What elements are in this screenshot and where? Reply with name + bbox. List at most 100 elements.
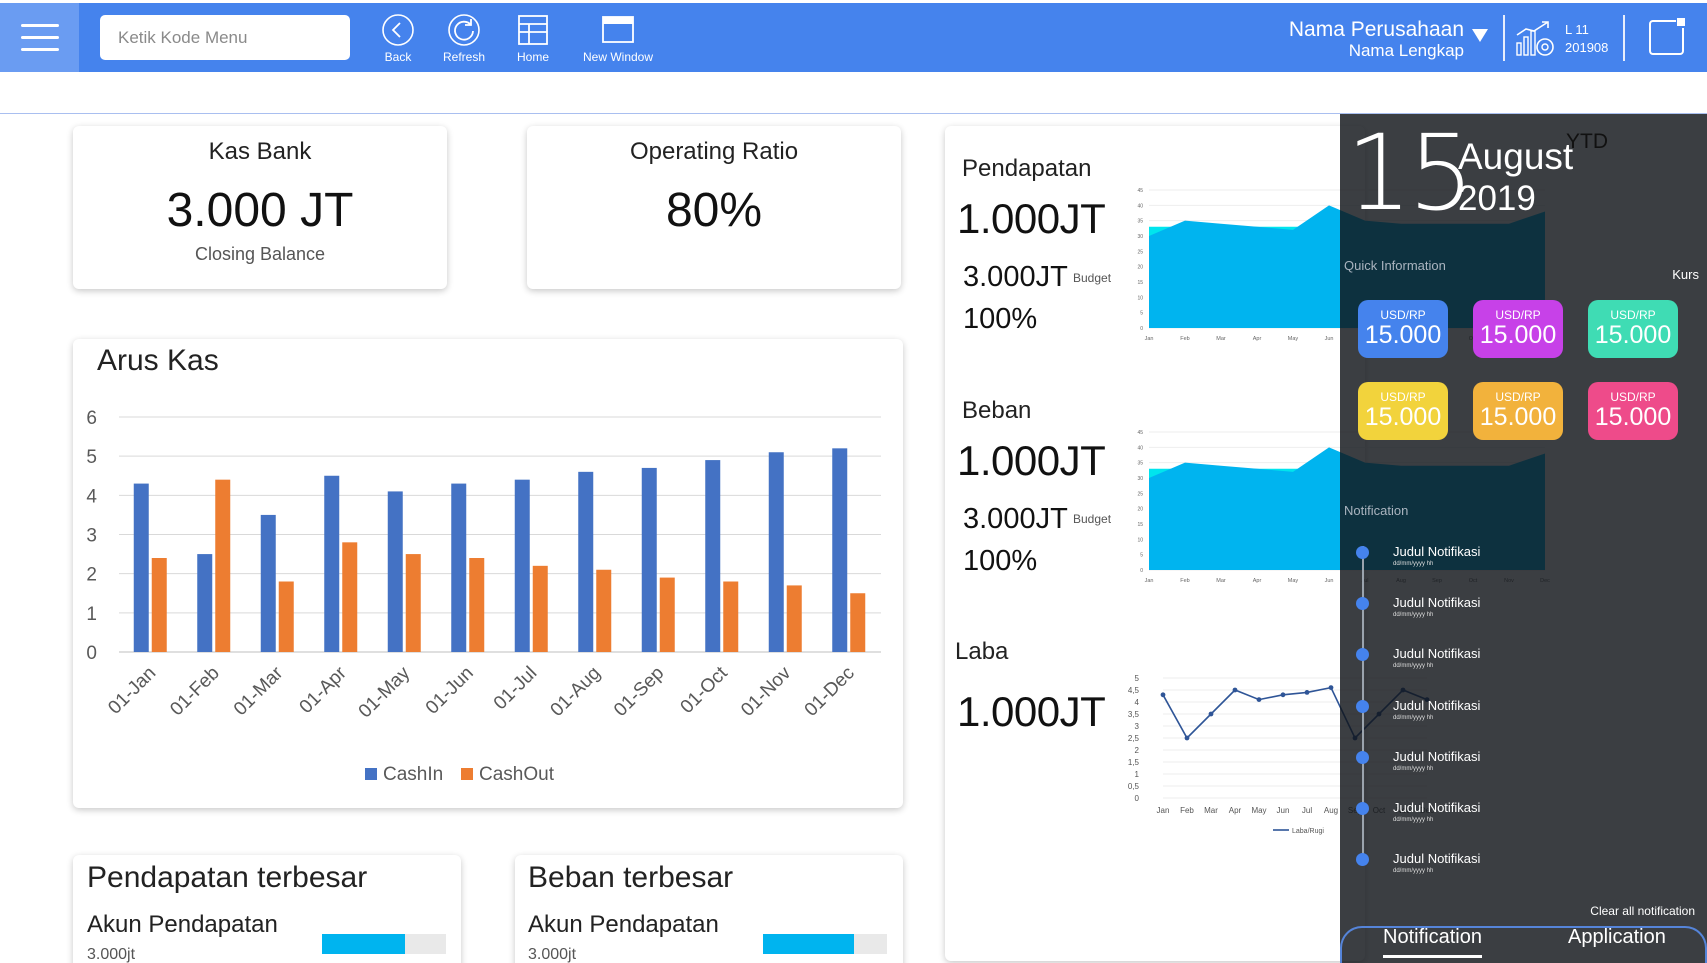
back-button[interactable]: Back bbox=[380, 13, 416, 64]
line-point bbox=[1232, 687, 1238, 693]
notification-date: dd/mm/yyyy hh bbox=[1393, 663, 1434, 669]
pendapatan-account-value: 3.000jt bbox=[87, 946, 136, 963]
company-selector[interactable]: Nama Perusahaan Nama Lengkap bbox=[1289, 18, 1464, 60]
notification-dot-icon bbox=[1356, 597, 1369, 610]
tab-application[interactable]: Application bbox=[1568, 926, 1666, 949]
notification-title: Judul Notifikasi bbox=[1393, 595, 1481, 610]
y-tick-label: 15 bbox=[1137, 280, 1143, 286]
bar-cashout bbox=[532, 565, 548, 652]
y-tick-label: 40 bbox=[1137, 445, 1143, 451]
pendapatan-progress-track bbox=[322, 934, 446, 954]
beban-terbesar-card: Beban terbesar Akun Pendapatan 3.000jt bbox=[515, 855, 903, 963]
y-tick-label: 3 bbox=[86, 526, 97, 547]
legend-swatch bbox=[461, 768, 473, 780]
exchange-rate-value: 15.000 bbox=[1594, 321, 1672, 349]
x-tick-label: 01-Apr bbox=[296, 662, 352, 718]
beban-label: Beban bbox=[962, 397, 1032, 424]
ytd-label: YTD bbox=[1566, 130, 1608, 153]
laba-label: Laba bbox=[955, 638, 1009, 665]
pendapatan-account-name: Akun Pendapatan bbox=[87, 911, 278, 938]
date-year: 2019 bbox=[1458, 179, 1536, 218]
exchange-rate-tile[interactable]: USD/RP 15.000 bbox=[1358, 300, 1448, 358]
date-month: August bbox=[1458, 136, 1574, 177]
new-window-icon bbox=[602, 16, 634, 43]
y-tick-label: 45 bbox=[1137, 188, 1143, 194]
y-tick-label: 4 bbox=[1135, 698, 1140, 707]
arus-kas-card: Arus Kas 0 1 2 3 4 5 6 01-Jan 01-Feb 01-Mar 01-Apr… bbox=[73, 339, 903, 808]
tab-notification[interactable]: Notification bbox=[1383, 926, 1482, 949]
y-tick-label: 4,5 bbox=[1128, 686, 1140, 695]
bar-cashout bbox=[151, 558, 167, 652]
notification-title: Judul Notifikasi bbox=[1393, 646, 1481, 661]
bar-cashout bbox=[659, 577, 675, 652]
line-point bbox=[1304, 690, 1310, 695]
pendapatan-budget-value: 3.000JT bbox=[963, 261, 1068, 293]
y-tick-label: 25 bbox=[1137, 249, 1143, 255]
level-text: L 11 bbox=[1565, 22, 1589, 37]
x-tick-label: May bbox=[1251, 806, 1266, 815]
notification-toggle-icon[interactable] bbox=[1646, 16, 1688, 58]
bar-cashin bbox=[514, 479, 530, 652]
notification-dot-icon bbox=[1356, 546, 1369, 559]
y-tick-label: 35 bbox=[1137, 219, 1143, 225]
notification-title: Judul Notifikasi bbox=[1393, 749, 1481, 764]
notification-dot-icon bbox=[1356, 802, 1369, 815]
exchange-rate-value: 15.000 bbox=[1364, 403, 1442, 431]
pendapatan-terbesar-title: Pendapatan terbesar bbox=[87, 861, 368, 894]
bar-cashout bbox=[342, 542, 358, 652]
line-point bbox=[1280, 692, 1286, 698]
x-tick-label: 01-Dec bbox=[801, 663, 859, 721]
beban-terbesar-title: Beban terbesar bbox=[528, 861, 734, 894]
x-tick-label: Apr bbox=[1253, 578, 1262, 584]
y-tick-label: 0 bbox=[1140, 326, 1143, 332]
x-tick-label: 01-Jun bbox=[422, 663, 478, 719]
home-button[interactable]: Home bbox=[513, 13, 553, 64]
company-name: Nama Perusahaan bbox=[1288, 18, 1464, 41]
x-tick-label: Feb bbox=[1180, 336, 1189, 342]
bar-cashin bbox=[768, 452, 784, 652]
notification-dot-icon bbox=[1356, 751, 1369, 764]
y-tick-label: 1 bbox=[1135, 770, 1140, 779]
top-bar: Back Refresh Home New Window Nama Perusa… bbox=[0, 3, 1707, 72]
y-tick-label: 10 bbox=[1137, 537, 1143, 543]
beban-budget-label: Budget bbox=[1073, 512, 1112, 526]
y-tick-label: 0,5 bbox=[1128, 782, 1140, 791]
header-separator bbox=[1503, 15, 1505, 61]
y-tick-label: 15 bbox=[1137, 522, 1143, 528]
kas-bank-card: Kas Bank 3.000 JT Closing Balance bbox=[73, 126, 447, 289]
menu-code-search-input[interactable] bbox=[100, 15, 350, 60]
quick-information-label: Quick Information bbox=[1344, 258, 1446, 273]
hamburger-menu-button[interactable] bbox=[0, 3, 79, 72]
refresh-button[interactable]: Refresh bbox=[440, 13, 488, 64]
new-window-button[interactable]: New Window bbox=[576, 13, 660, 64]
legend-label: Laba/Rugi bbox=[1292, 828, 1324, 835]
exchange-rate-tile[interactable]: USD/RP 15.000 bbox=[1473, 382, 1563, 440]
bar-cashout bbox=[786, 585, 802, 652]
back-icon bbox=[382, 14, 414, 46]
notification-title: Judul Notifikasi bbox=[1393, 851, 1481, 866]
y-tick-label: 5 bbox=[86, 447, 97, 468]
clear-all-notifications-link[interactable]: Clear all notification bbox=[1590, 904, 1695, 918]
beban-account-name: Akun Pendapatan bbox=[528, 911, 719, 938]
company-dropdown-caret-icon[interactable] bbox=[1472, 29, 1488, 42]
x-tick-label: Apr bbox=[1229, 806, 1242, 815]
pendapatan-progress-fill bbox=[322, 934, 406, 954]
y-tick-label: 3,5 bbox=[1128, 710, 1140, 719]
operating-ratio-value: 80% bbox=[665, 184, 763, 237]
x-tick-label: May bbox=[1288, 578, 1299, 584]
exchange-rate-value: 15.000 bbox=[1364, 321, 1442, 349]
line-point bbox=[1184, 735, 1190, 741]
notification-title: Judul Notifikasi bbox=[1393, 544, 1481, 559]
user-level: L 11 201908 bbox=[1565, 21, 1608, 57]
exchange-rate-tile[interactable]: USD/RP 15.000 bbox=[1358, 382, 1448, 440]
x-tick-label: 01-Sep bbox=[610, 663, 668, 721]
notification-title: Judul Notifikasi bbox=[1393, 800, 1481, 815]
exchange-rate-tile[interactable]: USD/RP 15.000 bbox=[1588, 382, 1678, 440]
y-tick-label: 0 bbox=[1135, 794, 1140, 803]
beban-account-value: 3.000jt bbox=[528, 946, 577, 963]
exchange-rate-tile[interactable]: USD/RP 15.000 bbox=[1588, 300, 1678, 358]
exchange-rate-tile[interactable]: USD/RP 15.000 bbox=[1473, 300, 1563, 358]
x-tick-label: Jun bbox=[1325, 578, 1334, 584]
x-tick-label: 01-May bbox=[355, 662, 415, 722]
arus-kas-bar-chart: 012345601-Jan 01-Feb 01-Mar 01-Apr 01-May 01-… bbox=[86, 408, 881, 785]
